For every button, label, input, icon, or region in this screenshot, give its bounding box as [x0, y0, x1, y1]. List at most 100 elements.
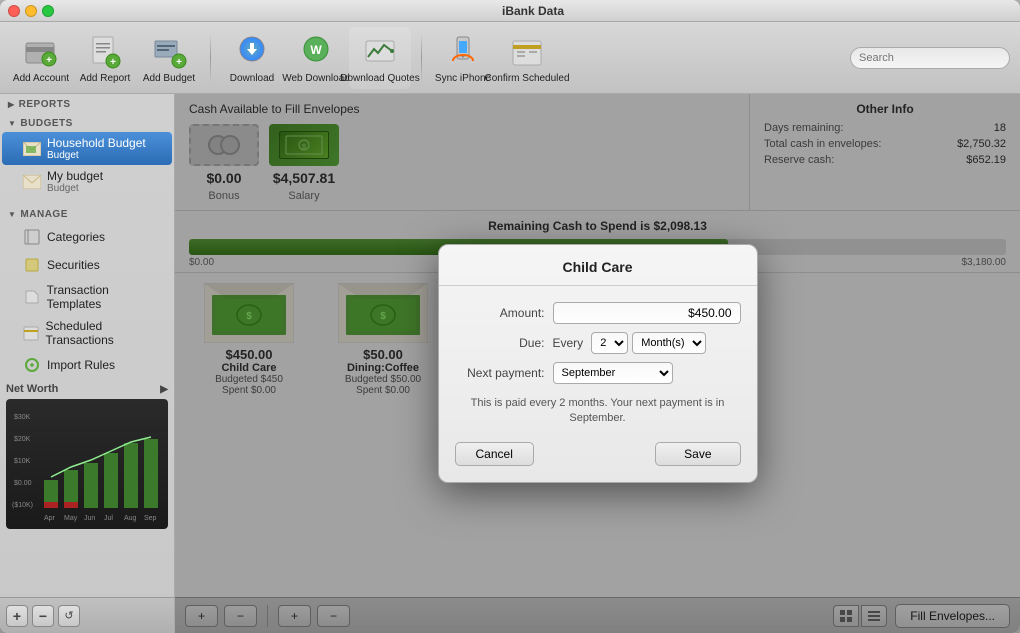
sidebar-refresh-button[interactable]: ↺	[58, 605, 80, 627]
modal-overlay: Child Care Amount: Due: Every	[175, 94, 1020, 633]
download-icon	[232, 31, 272, 71]
svg-text:Apr: Apr	[44, 515, 56, 522]
download-quotes-button[interactable]: Download Quotes	[349, 27, 411, 89]
modal-cancel-button[interactable]: Cancel	[455, 442, 534, 466]
child-care-modal: Child Care Amount: Due: Every	[438, 244, 758, 484]
toolbar-group-3: Sync iPhone Confirm Scheduled	[432, 27, 558, 89]
securities-icon	[22, 255, 42, 275]
add-budget-icon: +	[149, 31, 189, 71]
net-worth-label: Net Worth	[6, 383, 58, 395]
modal-next-payment-label: Next payment:	[455, 366, 545, 380]
net-worth-section: Net Worth ▶ $30K $20K $10K $0.00 ($10K)	[0, 379, 174, 533]
svg-text:W: W	[310, 43, 322, 57]
net-worth-header: Net Worth ▶	[6, 383, 168, 395]
reports-label: REPORTS	[19, 99, 71, 110]
sidebar-item-transaction-templates[interactable]: Transaction Templates	[2, 279, 172, 315]
modal-amount-input[interactable]	[553, 302, 741, 324]
svg-text:Jun: Jun	[84, 515, 95, 522]
modal-title: Child Care	[439, 245, 757, 286]
my-budget-icon	[22, 172, 42, 192]
svg-text:Sep: Sep	[144, 515, 157, 522]
download-quotes-label: Download Quotes	[340, 73, 420, 84]
modal-amount-label: Amount:	[455, 306, 545, 320]
svg-text:Aug: Aug	[124, 515, 137, 522]
search-input[interactable]	[850, 47, 1010, 69]
modal-due-controls: Every 213 Month(s)Week(s)Year(s)	[553, 332, 707, 354]
budgets-triangle-icon: ▼	[8, 119, 16, 128]
modal-next-payment-row: Next payment: SeptemberOctoberNovember	[439, 358, 757, 388]
manage-label: MANAGE	[20, 209, 67, 220]
modal-every-select[interactable]: 213	[591, 332, 628, 354]
import-rules-icon	[22, 355, 42, 375]
web-download-icon: W	[296, 31, 336, 71]
svg-text:($10K): ($10K)	[12, 502, 33, 509]
add-budget-label: Add Budget	[143, 73, 195, 84]
sidebar-item-my-budget[interactable]: My budget Budget	[2, 165, 172, 198]
main-area: ▶ REPORTS ▼ BUDGETS	[0, 94, 1020, 633]
sidebar-add-button[interactable]: +	[6, 605, 28, 627]
modal-amount-row: Amount:	[439, 298, 757, 328]
confirm-scheduled-button[interactable]: Confirm Scheduled	[496, 27, 558, 89]
add-account-label: Add Account	[13, 73, 69, 84]
svg-text:$20K: $20K	[14, 436, 31, 443]
sidebar-manage-header: ▼ MANAGE	[0, 204, 174, 223]
modal-due-every-label: Every	[553, 336, 584, 350]
manage-triangle-icon: ▼	[8, 210, 16, 219]
transaction-templates-icon	[22, 287, 42, 307]
categories-icon	[22, 227, 42, 247]
sidebar-item-household-budget[interactable]: Household Budget Budget	[2, 132, 172, 165]
minimize-button[interactable]	[25, 5, 37, 17]
toolbar-group-2: Download W Web Download	[221, 27, 411, 89]
toolbar-sep-2	[421, 33, 422, 83]
sidebar-item-import-rules[interactable]: Import Rules	[2, 351, 172, 379]
download-button[interactable]: Download	[221, 27, 283, 89]
window-controls	[8, 5, 54, 17]
sidebar-bottom-toolbar: + − ↺	[0, 597, 174, 633]
sidebar-remove-button[interactable]: −	[32, 605, 54, 627]
svg-text:$10K: $10K	[14, 458, 31, 465]
svg-text:$30K: $30K	[14, 414, 31, 421]
reports-triangle-icon: ▶	[8, 100, 15, 109]
add-report-button[interactable]: + Add Report	[74, 27, 136, 89]
svg-text:Jul: Jul	[104, 515, 113, 522]
sidebar-item-categories[interactable]: Categories	[2, 223, 172, 251]
scheduled-transactions-icon	[22, 323, 41, 343]
sidebar: ▶ REPORTS ▼ BUDGETS	[0, 94, 175, 633]
add-report-label: Add Report	[80, 73, 131, 84]
download-quotes-icon	[360, 31, 400, 71]
svg-text:$0.00: $0.00	[14, 480, 32, 487]
toolbar-sep-1	[210, 33, 211, 83]
modal-due-label: Due:	[455, 336, 545, 350]
toolbar: + Add Account + Add Report	[0, 22, 1020, 94]
add-budget-button[interactable]: + Add Budget	[138, 27, 200, 89]
modal-buttons: Cancel Save	[439, 434, 757, 466]
window-title: iBank Data	[54, 4, 1012, 18]
sidebar-item-scheduled-transactions[interactable]: Scheduled Transactions	[2, 315, 172, 351]
modal-save-button[interactable]: Save	[655, 442, 740, 466]
add-report-icon: +	[85, 31, 125, 71]
sidebar-reports-header: ▶ REPORTS	[0, 94, 174, 113]
download-label: Download	[230, 73, 274, 84]
web-download-button[interactable]: W Web Download	[285, 27, 347, 89]
confirm-scheduled-label: Confirm Scheduled	[484, 73, 569, 84]
net-worth-chart: $30K $20K $10K $0.00 ($10K)	[6, 399, 168, 529]
sidebar-scroll: ▶ REPORTS ▼ BUDGETS	[0, 94, 174, 597]
svg-text:+: +	[176, 57, 182, 68]
modal-period-select[interactable]: Month(s)Week(s)Year(s)	[632, 332, 706, 354]
modal-next-payment-select[interactable]: SeptemberOctoberNovember	[553, 362, 673, 384]
add-account-button[interactable]: + Add Account	[10, 27, 72, 89]
maximize-button[interactable]	[42, 5, 54, 17]
svg-text:+: +	[110, 57, 116, 68]
toolbar-right	[850, 47, 1010, 69]
my-budget-text: My budget Budget	[47, 169, 103, 194]
main-window: iBank Data + Add Account	[0, 0, 1020, 633]
sync-iphone-icon	[443, 31, 483, 71]
confirm-scheduled-icon	[507, 31, 547, 71]
svg-text:+: +	[46, 55, 52, 66]
sidebar-budgets-header: ▼ BUDGETS	[0, 113, 174, 132]
toolbar-group-1: + Add Account + Add Report	[10, 27, 200, 89]
titlebar: iBank Data	[0, 0, 1020, 22]
svg-text:May: May	[64, 515, 78, 522]
sidebar-item-securities[interactable]: Securities	[2, 251, 172, 279]
close-button[interactable]	[8, 5, 20, 17]
